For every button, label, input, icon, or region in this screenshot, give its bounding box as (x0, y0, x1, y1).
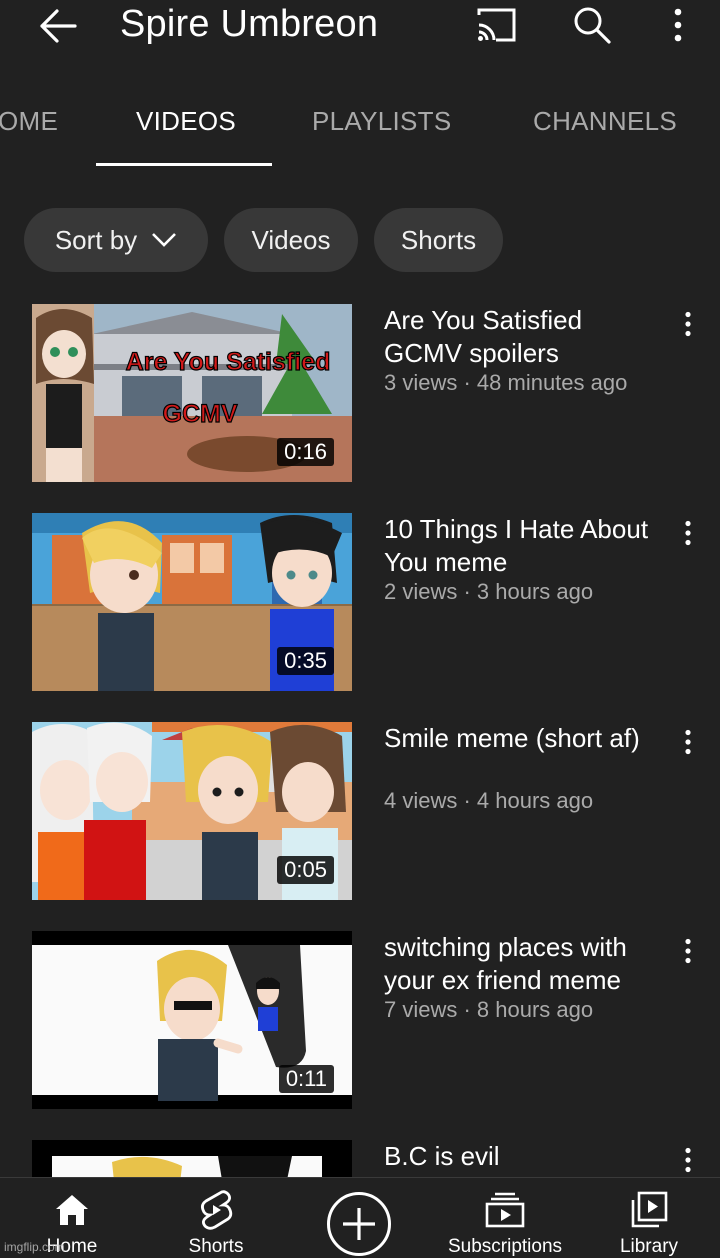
video-meta: 3 views · 48 minutes ago (384, 370, 628, 395)
active-tab-indicator (96, 163, 272, 166)
nav-subscriptions[interactable]: Subscriptions (436, 1178, 574, 1258)
video-more-button[interactable] (672, 1142, 704, 1178)
tab-channels[interactable]: CHANNELS (533, 106, 677, 137)
video-meta: 7 views · 8 hours ago (384, 997, 594, 1022)
video-meta: 2 views · 3 hours ago (384, 579, 594, 604)
video-more-button[interactable] (672, 724, 704, 760)
shorts-chip[interactable]: Shorts (374, 208, 503, 272)
home-icon (56, 1195, 88, 1225)
channel-tabs: OME VIDEOS PLAYLISTS CHANNELS (0, 92, 720, 170)
video-thumbnail[interactable]: 0:35 (32, 513, 352, 691)
videos-chip[interactable]: Videos (224, 208, 358, 272)
more-vert-icon (674, 8, 682, 42)
tab-playlists[interactable]: PLAYLISTS (312, 106, 452, 137)
tab-videos[interactable]: VIDEOS (136, 106, 236, 137)
search-icon (574, 7, 611, 44)
sort-by-label: Sort by (54, 224, 138, 255)
video-item[interactable]: 0:05 Smile meme (short af) 4 views · 4 h… (0, 722, 720, 900)
back-button[interactable] (34, 6, 80, 46)
video-title[interactable]: Smile meme (short af) (384, 722, 664, 755)
more-vert-icon (685, 520, 691, 546)
nav-subscriptions-label: Subscriptions (447, 1236, 563, 1257)
video-duration: 0:16 (277, 438, 334, 466)
video-thumbnail[interactable]: 0:05 (32, 722, 352, 900)
video-duration: 0:11 (278, 1065, 334, 1093)
video-duration: 0:05 (277, 856, 334, 884)
video-title[interactable]: Are You Satisfied GCMV spoilers (384, 304, 664, 370)
video-meta: 4 views · 4 hours ago (384, 788, 594, 813)
video-title[interactable]: B.C is evil (384, 1140, 664, 1173)
sort-by-chip[interactable]: Sort by (24, 208, 208, 272)
channel-title: Spire Umbreon (120, 3, 379, 45)
video-title[interactable]: switching places with your ex friend mem… (384, 931, 664, 997)
video-item[interactable]: Are You Satisfied GCMV 0:16 Are You Sati… (0, 304, 720, 482)
chevron-down-icon (152, 233, 177, 247)
bottom-navigation: Home Shorts Subscriptions Library (0, 1177, 720, 1258)
filter-chips: Sort by Videos Shorts (0, 208, 720, 272)
cast-button[interactable] (472, 3, 520, 47)
thumbnail-caption-line-1: Are You Satisfied (126, 348, 331, 376)
shorts-icon (201, 1190, 233, 1230)
video-duration: 0:35 (277, 647, 334, 675)
video-thumbnail[interactable]: Are You Satisfied GCMV 0:16 (32, 304, 352, 482)
video-item[interactable]: 0:11 switching places with your ex frien… (0, 931, 720, 1109)
thumbnail-caption-line-2: GCMV (163, 400, 238, 428)
video-title[interactable]: 10 Things I Hate About You meme (384, 513, 664, 579)
more-vert-icon (685, 729, 691, 755)
video-more-button[interactable] (672, 306, 704, 342)
cast-icon (477, 8, 516, 42)
plus-icon (343, 1208, 375, 1240)
top-app-bar: Spire Umbreon (0, 0, 720, 60)
nav-library-label: Library (619, 1236, 679, 1257)
watermark: imgflip.com (4, 1240, 65, 1254)
more-vert-icon (685, 1147, 691, 1173)
subscriptions-icon (485, 1192, 525, 1228)
video-item[interactable]: 0:35 10 Things I Hate About You meme 2 v… (0, 513, 720, 691)
tab-home[interactable]: OME (0, 106, 58, 137)
more-vert-icon (685, 311, 691, 337)
nav-library[interactable]: Library (600, 1178, 698, 1258)
video-more-button[interactable] (672, 933, 704, 969)
more-vert-icon (685, 938, 691, 964)
create-button[interactable] (327, 1192, 391, 1256)
video-thumbnail[interactable]: 0:11 (32, 931, 352, 1109)
video-more-button[interactable] (672, 515, 704, 551)
search-button[interactable] (568, 3, 616, 47)
arrow-left-icon (40, 9, 77, 43)
more-options-button[interactable] (654, 3, 702, 47)
nav-shorts-label: Shorts (188, 1236, 244, 1257)
library-icon (631, 1191, 668, 1228)
nav-shorts[interactable]: Shorts (166, 1178, 266, 1258)
